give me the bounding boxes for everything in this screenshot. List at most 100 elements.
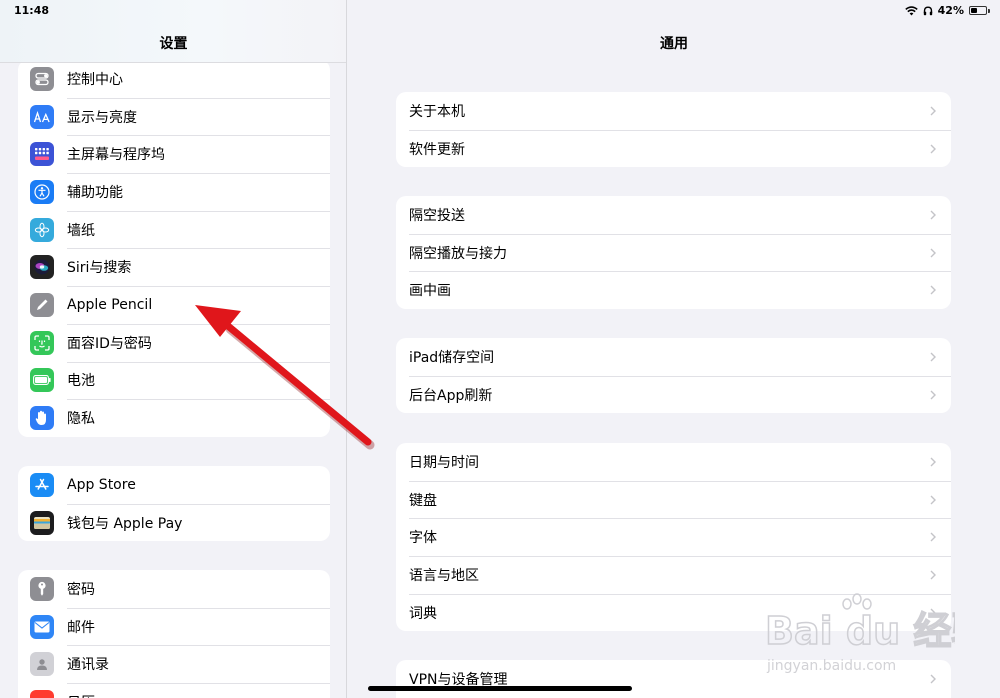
general-item-background-app-refresh[interactable]: 后台App刷新 <box>396 375 951 414</box>
general-item-label: 日期与时间 <box>409 454 479 471</box>
sidebar-item-privacy[interactable]: 隐私 <box>18 399 330 437</box>
general-item-airdrop[interactable]: 隔空投送 <box>396 196 951 234</box>
calendar-icon <box>30 689 54 698</box>
sidebar-item-wallet-apple-pay[interactable]: 钱包与 Apple Pay <box>18 503 330 542</box>
privacy-hand-icon <box>30 406 54 431</box>
main-group-3: iPad储存空间 后台App刷新 <box>396 338 951 414</box>
sidebar-item-label: 主屏幕与程序坞 <box>67 147 165 164</box>
sidebar-item-label: 邮件 <box>67 619 95 636</box>
sidebar-group-2: App Store 钱包与 Apple Pay <box>18 466 330 542</box>
chevron-right-icon <box>930 532 936 542</box>
mail-icon <box>30 614 54 639</box>
chevron-right-icon <box>930 144 936 154</box>
chevron-right-icon <box>930 352 936 362</box>
sidebar-group-1: 控制中心 显示与亮度 主屏幕与程序坞 辅助功能 墙纸 Siri与搜索 Apple… <box>18 60 330 437</box>
general-item-label: 软件更新 <box>409 141 465 158</box>
wallet-icon <box>30 510 54 535</box>
sidebar-item-wallpaper[interactable]: 墙纸 <box>18 210 330 249</box>
general-item-about[interactable]: 关于本机 <box>396 92 951 130</box>
general-item-label: 词典 <box>409 605 437 622</box>
battery-fill <box>971 8 977 13</box>
control-center-icon <box>30 66 54 91</box>
chevron-right-icon <box>930 570 936 580</box>
general-item-software-update[interactable]: 软件更新 <box>396 129 951 168</box>
chevron-right-icon <box>930 390 936 400</box>
general-item-label: 后台App刷新 <box>409 387 493 404</box>
general-item-ipad-storage[interactable]: iPad储存空间 <box>396 338 951 376</box>
sidebar-item-label: Apple Pencil <box>67 296 153 313</box>
chevron-right-icon <box>930 210 936 220</box>
general-item-keyboard[interactable]: 键盘 <box>396 480 951 519</box>
general-item-label: 语言与地区 <box>409 567 479 584</box>
sidebar-item-label: 面容ID与密码 <box>67 335 152 352</box>
general-item-airplay-handoff[interactable]: 隔空播放与接力 <box>396 233 951 272</box>
chevron-right-icon <box>930 674 936 684</box>
general-item-label: 字体 <box>409 530 437 547</box>
home-screen-dock-icon <box>30 142 54 167</box>
general-item-fonts[interactable]: 字体 <box>396 518 951 556</box>
battery-percent: 42% <box>937 4 964 17</box>
status-bar: 11:48 42% <box>0 0 1000 22</box>
sidebar-item-label: 辅助功能 <box>67 184 123 201</box>
sidebar-item-label: App Store <box>67 476 136 493</box>
key-icon <box>30 576 54 601</box>
chevron-right-icon <box>930 608 936 618</box>
chevron-right-icon <box>930 457 936 467</box>
face-id-icon <box>30 330 54 355</box>
general-item-dictionary[interactable]: 词典 <box>396 593 951 632</box>
chevron-right-icon <box>930 285 936 295</box>
battery-tip <box>988 8 990 13</box>
sidebar-item-control-center[interactable]: 控制中心 <box>18 60 330 98</box>
sidebar-item-label: 日历 <box>67 692 95 698</box>
general-item-label: 隔空播放与接力 <box>409 245 507 262</box>
sidebar-item-label: Siri与搜索 <box>67 260 132 277</box>
battery-status-icon <box>969 6 987 15</box>
sidebar-item-label: 通讯录 <box>67 657 109 674</box>
sidebar-item-accessibility[interactable]: 辅助功能 <box>18 173 330 211</box>
sidebar-item-contacts[interactable]: 通讯录 <box>18 645 330 683</box>
contacts-icon <box>30 652 54 677</box>
chevron-right-icon <box>930 248 936 258</box>
sidebar-item-app-store[interactable]: App Store <box>18 466 330 504</box>
main-group-4: 日期与时间 键盘 字体 语言与地区 词典 <box>396 443 951 632</box>
sidebar-item-label: 墙纸 <box>67 222 95 239</box>
main-title: 通用 <box>660 36 688 52</box>
general-item-label: 关于本机 <box>409 103 465 120</box>
sidebar-item-home-screen-dock[interactable]: 主屏幕与程序坞 <box>18 135 330 173</box>
sidebar-item-display-brightness[interactable]: 显示与亮度 <box>18 97 330 136</box>
sidebar-item-calendar[interactable]: 日历 <box>18 683 330 698</box>
home-indicator[interactable] <box>368 686 632 691</box>
status-time: 11:48 <box>14 4 50 17</box>
main-group-2: 隔空投送 隔空播放与接力 画中画 <box>396 196 951 310</box>
sidebar-item-apple-pencil[interactable]: Apple Pencil <box>18 286 330 324</box>
general-item-label: 隔空投送 <box>409 207 465 224</box>
sidebar-item-label: 密码 <box>67 581 95 598</box>
app-store-icon <box>30 472 54 497</box>
general-item-label: iPad储存空间 <box>409 349 495 366</box>
chevron-right-icon <box>930 495 936 505</box>
general-item-label: 画中画 <box>409 283 451 300</box>
sidebar-group-3: 密码 邮件 通讯录 日历 <box>18 570 330 698</box>
sidebar-item-label: 钱包与 Apple Pay <box>67 515 183 532</box>
accessibility-icon <box>30 179 54 204</box>
status-indicators: 42% <box>904 4 990 17</box>
general-item-date-time[interactable]: 日期与时间 <box>396 443 951 481</box>
sidebar-item-label: 隐私 <box>67 411 95 428</box>
general-item-vpn-device-management[interactable]: VPN与设备管理 <box>396 660 951 698</box>
general-item-picture-in-picture[interactable]: 画中画 <box>396 271 951 309</box>
sidebar-item-passwords[interactable]: 密码 <box>18 570 330 608</box>
battery-icon <box>30 368 54 393</box>
sidebar-title: 设置 <box>159 36 188 52</box>
general-settings-panel: 通用 关于本机 软件更新 隔空投送 隔空播放与接力 画中画 iPad储存空间 后… <box>348 0 1000 698</box>
pencil-icon <box>30 292 54 317</box>
sidebar-item-label: 显示与亮度 <box>67 109 137 126</box>
sidebar-item-mail[interactable]: 邮件 <box>18 607 330 646</box>
settings-sidebar: 设置 控制中心 显示与亮度 主屏幕与程序坞 辅助功能 墙纸 Siri与搜索 Ap… <box>0 0 347 698</box>
display-brightness-icon <box>30 104 54 129</box>
general-item-language-region[interactable]: 语言与地区 <box>396 556 951 594</box>
sidebar-item-battery[interactable]: 电池 <box>18 361 330 400</box>
sidebar-item-face-id-passcode[interactable]: 面容ID与密码 <box>18 323 330 362</box>
wifi-icon <box>904 5 918 15</box>
headphones-icon <box>923 5 932 15</box>
sidebar-item-siri-search[interactable]: Siri与搜索 <box>18 248 330 286</box>
